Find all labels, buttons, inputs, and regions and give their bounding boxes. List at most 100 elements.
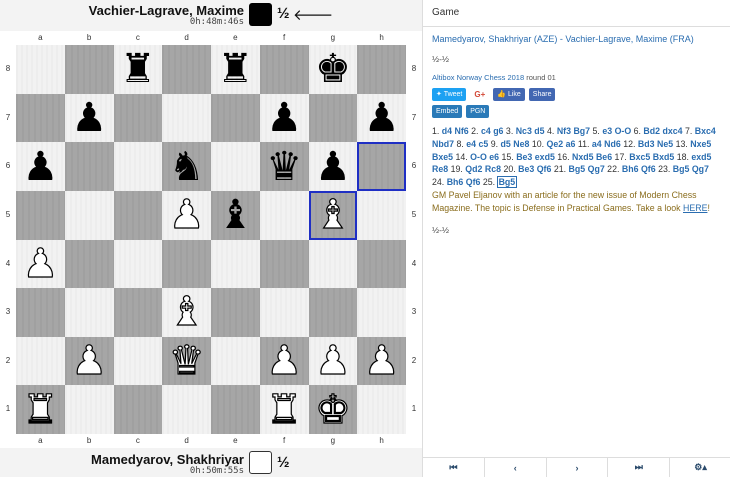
square-f4[interactable] <box>259 239 309 289</box>
square-a8[interactable] <box>16 45 65 94</box>
square-e1[interactable] <box>211 385 260 434</box>
move[interactable]: e6 <box>489 152 499 162</box>
square-a6[interactable]: ♟ <box>16 142 65 191</box>
move[interactable]: Bg5 <box>569 164 586 174</box>
square-b6[interactable] <box>64 142 114 191</box>
move[interactable]: Nbd7 <box>432 139 454 149</box>
square-e4[interactable] <box>211 239 260 289</box>
square-d1[interactable] <box>162 385 211 434</box>
next-move-button[interactable]: › <box>547 458 609 477</box>
square-a3[interactable] <box>16 288 65 337</box>
gplus-button[interactable]: G+ <box>470 88 489 101</box>
square-d6[interactable]: ♞ <box>162 142 211 191</box>
move[interactable]: Re8 <box>432 164 448 174</box>
move[interactable]: Qf6 <box>641 164 656 174</box>
move[interactable]: Bg5 <box>496 176 518 189</box>
square-h7[interactable]: ♟ <box>357 93 406 143</box>
black-knight-icon[interactable]: ♞ <box>169 147 205 187</box>
square-a7[interactable] <box>16 93 65 143</box>
move[interactable]: d5 <box>501 139 511 149</box>
square-f8[interactable] <box>259 45 309 94</box>
square-a4[interactable]: ♟ <box>16 239 65 289</box>
square-c8[interactable]: ♜ <box>113 45 163 94</box>
white-rook-icon[interactable]: ♜ <box>266 389 303 430</box>
square-e6[interactable] <box>211 142 260 191</box>
square-b5[interactable] <box>64 190 114 240</box>
square-e3[interactable] <box>211 288 260 337</box>
square-g7[interactable] <box>308 93 358 143</box>
move[interactable]: Be6 <box>596 152 612 162</box>
move[interactable]: d4 <box>442 126 452 136</box>
square-f6[interactable]: ♛ <box>259 142 309 191</box>
white-rook-icon[interactable]: ♜ <box>22 389 59 430</box>
move[interactable]: Nf6 <box>455 126 469 136</box>
square-f5[interactable] <box>259 190 309 240</box>
black-pawn-icon[interactable]: ♟ <box>22 147 58 187</box>
move[interactable]: Ne5 <box>657 139 673 149</box>
chess-board[interactable]: ♜ ♜ ♚ ♟ ♟ ♟ ♟ ♞ ♛ ♟ ♟ ♝ ♝ ♟ ♝ ♟ ♛ ♟ ♟ ♟ ♜ ♜ ♚ <box>16 45 406 434</box>
share-button[interactable]: Share <box>528 88 556 101</box>
move[interactable]: Nd6 <box>604 139 621 149</box>
square-a1[interactable]: ♜ <box>16 385 65 434</box>
black-queen-icon[interactable]: ♛ <box>266 147 302 187</box>
move[interactable]: e3 <box>602 126 612 136</box>
black-pawn-icon[interactable]: ♟ <box>315 147 351 187</box>
black-rook-icon[interactable]: ♜ <box>120 49 156 89</box>
square-f7[interactable]: ♟ <box>259 93 309 143</box>
square-b4[interactable] <box>64 239 114 289</box>
move[interactable]: Qd2 <box>465 164 482 174</box>
square-d2[interactable]: ♛ <box>162 336 211 386</box>
move[interactable]: Nc3 <box>516 126 532 136</box>
square-b8[interactable] <box>64 45 114 94</box>
square-c5[interactable] <box>113 190 163 240</box>
first-move-button[interactable]: ⏮ <box>423 458 485 477</box>
game-title[interactable]: Mamedyarov, Shakhriyar (AZE) - Vachier-L… <box>432 34 721 44</box>
white-pawn-icon[interactable]: ♟ <box>266 340 303 381</box>
square-c1[interactable] <box>113 385 163 434</box>
square-h3[interactable] <box>357 288 406 337</box>
move[interactable]: a4 <box>592 139 602 149</box>
square-e7[interactable] <box>211 93 260 143</box>
move[interactable]: exd5 <box>535 152 555 162</box>
move[interactable]: Qg7 <box>692 164 709 174</box>
black-pawn-icon[interactable]: ♟ <box>266 98 302 138</box>
move[interactable]: Bxe5 <box>432 152 453 162</box>
square-d4[interactable] <box>162 239 211 289</box>
square-c2[interactable] <box>113 336 163 386</box>
white-king-icon[interactable]: ♚ <box>314 389 351 430</box>
last-move-button[interactable]: ⏭ <box>608 458 671 477</box>
white-pawn-icon[interactable]: ♟ <box>71 340 108 381</box>
move[interactable]: O-O <box>470 152 487 162</box>
square-g4[interactable] <box>308 239 358 289</box>
comment-link[interactable]: HERE <box>683 203 707 213</box>
move[interactable]: Bd2 <box>643 126 660 136</box>
white-queen-icon[interactable]: ♛ <box>168 340 205 381</box>
black-pawn-icon[interactable]: ♟ <box>364 98 400 138</box>
move[interactable]: Nxd5 <box>572 152 594 162</box>
square-f3[interactable] <box>259 288 309 337</box>
white-pawn-icon[interactable]: ♟ <box>363 340 400 381</box>
square-c3[interactable] <box>113 288 163 337</box>
black-pawn-icon[interactable]: ♟ <box>71 98 107 138</box>
square-b2[interactable]: ♟ <box>64 336 114 386</box>
white-pawn-icon[interactable]: ♟ <box>314 340 351 381</box>
move[interactable]: a6 <box>566 139 576 149</box>
move[interactable]: exd5 <box>691 152 711 162</box>
move[interactable]: Bh6 <box>622 164 639 174</box>
square-h8[interactable] <box>357 45 406 94</box>
move[interactable]: g6 <box>493 126 503 136</box>
move[interactable]: c5 <box>478 139 488 149</box>
square-b1[interactable] <box>64 385 114 434</box>
black-king-icon[interactable]: ♚ <box>315 49 351 89</box>
square-c4[interactable] <box>113 239 163 289</box>
move[interactable]: Nxe5 <box>690 139 711 149</box>
like-button[interactable]: 👍 Like <box>493 88 525 101</box>
move[interactable]: Ne8 <box>513 139 529 149</box>
square-f1[interactable]: ♜ <box>259 385 309 434</box>
black-rook-icon[interactable]: ♜ <box>217 49 253 89</box>
move[interactable]: Bxc4 <box>695 126 716 136</box>
square-g2[interactable]: ♟ <box>308 336 358 386</box>
move[interactable]: Qe2 <box>547 139 564 149</box>
move[interactable]: Be3 <box>516 152 532 162</box>
move[interactable]: Be3 <box>518 164 534 174</box>
